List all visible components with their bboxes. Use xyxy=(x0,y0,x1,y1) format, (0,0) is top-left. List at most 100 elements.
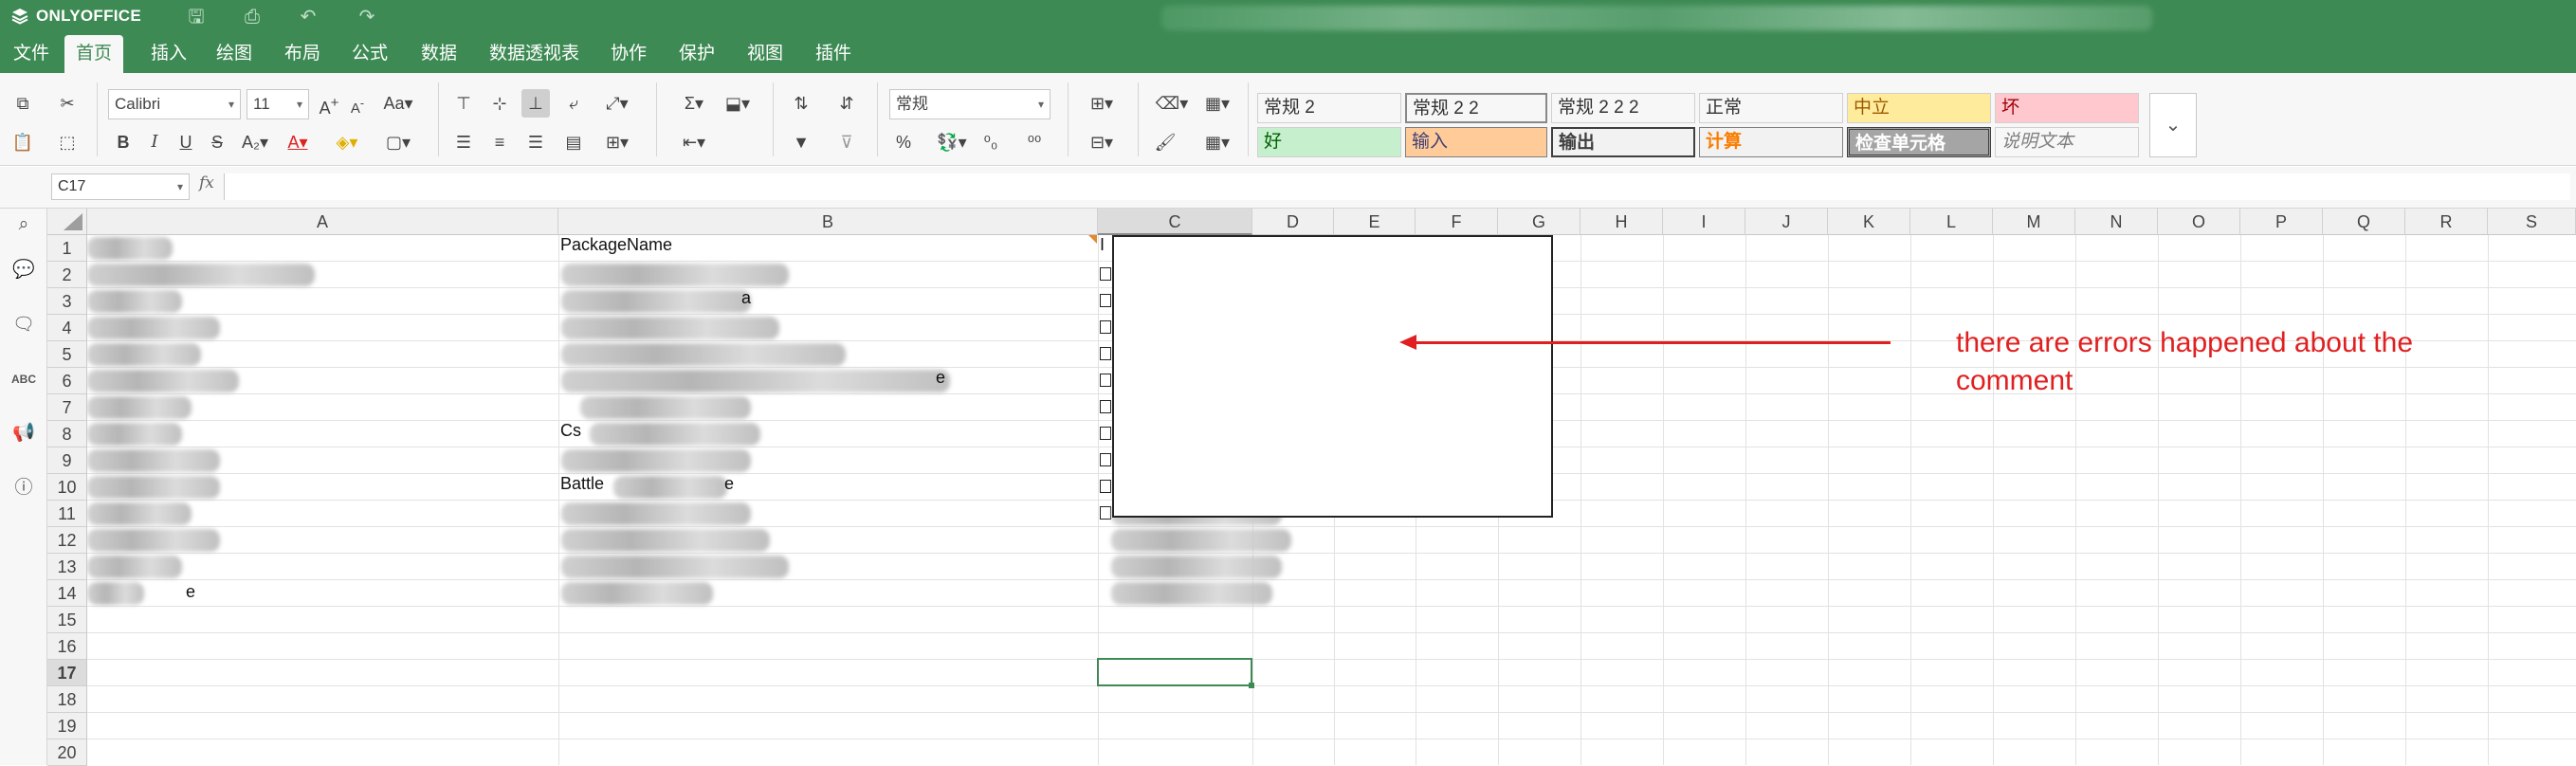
insert-cells-icon[interactable]: ⊞▾ xyxy=(1081,89,1123,118)
row-header[interactable]: 1 xyxy=(47,235,87,262)
col-header-h[interactable]: H xyxy=(1580,209,1663,235)
name-box[interactable]: C17 ▾ xyxy=(51,173,190,200)
row-header[interactable]: 12 xyxy=(47,527,87,554)
save-icon[interactable]: 🖫 xyxy=(185,6,208,28)
row-header[interactable]: 15 xyxy=(47,607,87,633)
align-middle-icon[interactable]: ⊹ xyxy=(485,89,514,118)
copy-icon[interactable]: ⧉ xyxy=(9,89,37,118)
style-bad[interactable]: 坏 xyxy=(1995,93,2139,123)
print-icon[interactable]: ⎙ xyxy=(241,6,264,28)
number-format-dropdown[interactable]: 常规 ▾ xyxy=(889,89,1050,119)
merge-cells-icon[interactable]: ⊞▾ xyxy=(597,128,637,156)
col-header-o[interactable]: O xyxy=(2158,209,2240,235)
decrease-font-icon[interactable]: A- xyxy=(343,89,372,118)
strikethrough-button[interactable]: S xyxy=(203,128,231,156)
col-header-p[interactable]: P xyxy=(2240,209,2323,235)
clear-icon[interactable]: ⌫▾ xyxy=(1151,89,1193,118)
style-good[interactable]: 好 xyxy=(1257,127,1401,157)
menu-data[interactable]: 数据 xyxy=(410,35,468,73)
change-case-icon[interactable]: Aa▾ xyxy=(377,89,419,118)
justify-icon[interactable]: ▤ xyxy=(559,128,588,156)
bold-button[interactable]: B xyxy=(109,128,137,156)
insert-function-icon[interactable]: Σ▾ xyxy=(673,89,715,118)
style-normal-2-2[interactable]: 常规 2 2 xyxy=(1405,93,1547,123)
comment-indicator[interactable] xyxy=(1088,235,1097,244)
row-header[interactable]: 14 xyxy=(47,580,87,607)
selected-cell-c17[interactable] xyxy=(1097,658,1254,688)
menu-pivot-table[interactable]: 数据透视表 xyxy=(478,35,591,73)
fill-color-icon[interactable]: ◈▾ xyxy=(328,128,366,156)
font-size-dropdown[interactable]: 11 ▾ xyxy=(247,89,309,119)
col-header-r[interactable]: R xyxy=(2405,209,2488,235)
row-header[interactable]: 3 xyxy=(47,288,87,315)
col-header-n[interactable]: N xyxy=(2075,209,2158,235)
style-normal-2[interactable]: 常规 2 xyxy=(1257,93,1401,123)
row-header[interactable]: 19 xyxy=(47,713,87,739)
col-header-m[interactable]: M xyxy=(1993,209,2075,235)
filter-icon[interactable]: ▼ xyxy=(787,128,815,156)
paste-icon[interactable]: 📋 xyxy=(9,128,37,156)
col-header-q[interactable]: Q xyxy=(2323,209,2405,235)
menu-insert[interactable]: 插入 xyxy=(139,35,198,73)
italic-button[interactable]: I xyxy=(140,128,169,156)
clear-filter-icon[interactable]: ⊽ xyxy=(832,128,861,156)
decrease-decimal-icon[interactable]: ⁰₀ xyxy=(977,128,1005,156)
row-header-selected[interactable]: 17 xyxy=(47,660,87,686)
select-all-corner[interactable] xyxy=(47,209,87,235)
formula-input[interactable] xyxy=(224,173,2570,200)
style-neutral[interactable]: 中立 xyxy=(1847,93,1991,123)
align-center-icon[interactable]: ≡ xyxy=(485,128,514,156)
increase-decimal-icon[interactable]: ⁰⁰ xyxy=(1020,128,1049,156)
select-all-icon[interactable]: ⬚ xyxy=(53,128,82,156)
indent-icon[interactable]: ⇤▾ xyxy=(673,128,715,156)
col-header-j[interactable]: J xyxy=(1745,209,1828,235)
align-bottom-icon[interactable]: ⊥ xyxy=(521,89,550,118)
conditional-format-icon[interactable]: ▦▾ xyxy=(1197,89,1238,118)
sort-descending-icon[interactable]: ⇵ xyxy=(832,89,861,118)
col-header-k[interactable]: K xyxy=(1828,209,1910,235)
search-icon[interactable]: ⌕ xyxy=(9,210,38,239)
menu-formula[interactable]: 公式 xyxy=(340,35,399,73)
spellcheck-icon[interactable]: ABC xyxy=(9,365,38,393)
menu-home[interactable]: 首页 xyxy=(64,35,124,73)
comment-popup[interactable] xyxy=(1112,235,1553,518)
row-header[interactable]: 7 xyxy=(47,394,87,421)
style-output[interactable]: 输出 xyxy=(1551,127,1695,157)
row-header[interactable]: 10 xyxy=(47,474,87,501)
redo-icon[interactable]: ↷ xyxy=(356,6,378,28)
col-header-c[interactable]: C xyxy=(1098,209,1252,235)
row-header[interactable]: 13 xyxy=(47,554,87,580)
subscript-icon[interactable]: A₂▾ xyxy=(234,128,276,156)
col-header-a[interactable]: A xyxy=(87,209,558,235)
cut-icon[interactable]: ✂ xyxy=(53,89,82,118)
currency-icon[interactable]: 💱▾ xyxy=(931,128,973,156)
increase-font-icon[interactable]: A+ xyxy=(315,89,343,118)
menu-view[interactable]: 视图 xyxy=(736,35,795,73)
row-header[interactable]: 8 xyxy=(47,421,87,447)
col-header-d[interactable]: D xyxy=(1252,209,1334,235)
row-header[interactable]: 16 xyxy=(47,633,87,660)
row-header[interactable]: 18 xyxy=(47,686,87,713)
col-header-g[interactable]: G xyxy=(1498,209,1580,235)
col-header-l[interactable]: L xyxy=(1910,209,1993,235)
fx-icon[interactable]: fx xyxy=(199,173,214,192)
row-header[interactable]: 5 xyxy=(47,341,87,368)
col-header-e[interactable]: E xyxy=(1334,209,1416,235)
menu-file[interactable]: 文件 xyxy=(2,35,61,73)
percent-button[interactable]: % xyxy=(889,128,918,156)
borders-icon[interactable]: ▢▾ xyxy=(379,128,417,156)
comments-icon[interactable]: 💬 xyxy=(9,256,38,284)
style-input[interactable]: 输入 xyxy=(1405,127,1547,157)
row-header[interactable]: 4 xyxy=(47,315,87,341)
row-header[interactable]: 9 xyxy=(47,447,87,474)
col-header-f[interactable]: F xyxy=(1416,209,1498,235)
row-header[interactable]: 2 xyxy=(47,262,87,288)
menu-protect[interactable]: 保护 xyxy=(667,35,726,73)
feedback-icon[interactable]: 📢 xyxy=(9,419,38,447)
col-header-i[interactable]: I xyxy=(1663,209,1745,235)
col-header-s[interactable]: S xyxy=(2488,209,2576,235)
undo-icon[interactable]: ↶ xyxy=(297,6,320,28)
menu-plugins[interactable]: 插件 xyxy=(804,35,863,73)
style-check-cell[interactable]: 检查单元格 xyxy=(1847,127,1991,157)
style-normal[interactable]: 正常 xyxy=(1699,93,1843,123)
